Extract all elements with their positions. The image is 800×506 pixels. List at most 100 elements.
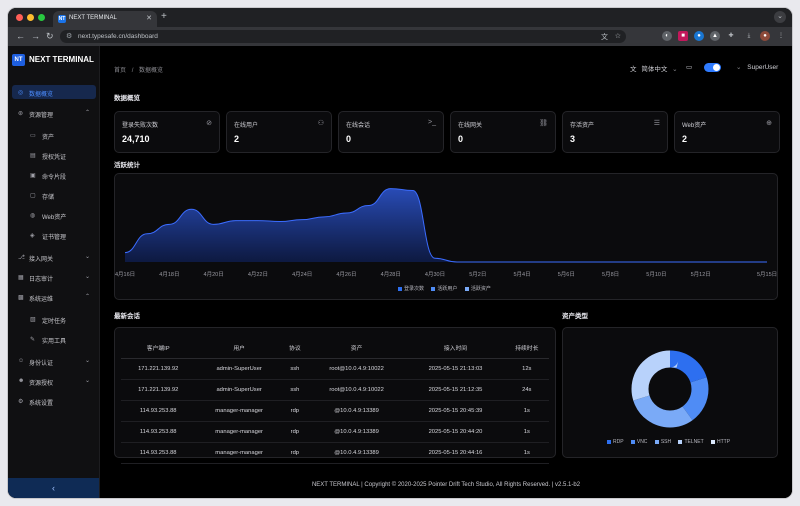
link-icon: ⛓ <box>539 120 548 127</box>
sidebar-item-label: 资源授权 <box>29 381 54 387</box>
tab-search-button[interactable]: ⌄ <box>774 11 786 23</box>
extensions-puzzle-icon[interactable]: ✚ <box>726 31 736 41</box>
sidebar-item-authorization[interactable]: ☻ 资源授权 ⌄ <box>12 374 96 388</box>
legend-item[interactable]: RDP <box>607 439 623 445</box>
users-icon: ⚇ <box>317 120 324 127</box>
browser-menu-icon[interactable]: ⋮ <box>776 31 786 41</box>
terminal-icon: >_ <box>428 119 436 126</box>
x-tick-label: 5月12日 <box>690 272 711 278</box>
language-switcher[interactable]: 文 简体中文 ⌄ <box>630 63 678 73</box>
stat-value: 2 <box>682 134 688 144</box>
legend-item[interactable]: VNC <box>630 439 647 445</box>
legend-item[interactable]: 登录次数 <box>398 286 424 292</box>
sidebar-item-label: 存储 <box>42 195 55 201</box>
screen-icon[interactable]: ▭ <box>686 63 692 71</box>
x-tick-label: 4月16日 <box>115 272 136 278</box>
legend-label: TELNET <box>684 439 704 445</box>
extension-icon[interactable]: ▲ <box>710 31 720 41</box>
theme-toggle[interactable] <box>704 63 721 72</box>
sidebar-item-dashboard[interactable]: ◎ 数据概览 <box>12 85 96 99</box>
extension-icon[interactable]: ● <box>694 31 704 41</box>
translate-icon: 文 <box>630 66 637 73</box>
chevron-down-icon: ⌄ <box>84 254 90 260</box>
site-info-icon[interactable]: ⚙ <box>66 32 72 40</box>
footer: NEXT TERMINAL | Copyright © 2020-2025 Po… <box>311 482 581 488</box>
maximize-window-button[interactable] <box>38 14 45 21</box>
address-bar[interactable]: ⚙ next.typesafe.cn/dashboard 文 ☆ <box>60 30 626 43</box>
browser-tab[interactable]: NT NEXT TERMINAL ✕ <box>53 11 157 27</box>
sidebar-item-storage[interactable]: ▢ 存储 <box>12 188 96 202</box>
sidebar-item-web-assets[interactable]: ◍ Web资产 <box>12 208 96 222</box>
stat-card-online-gateways: 在线网关 ⛓ 0 <box>450 111 556 153</box>
asset-types-panel: RDP VNC SSH TELNET HTTP <box>562 327 778 458</box>
sessions-title: 最新会话 <box>114 313 140 320</box>
extension-icon[interactable]: ■ <box>678 31 688 41</box>
sidebar-item-label: 命令片段 <box>42 175 67 181</box>
legend-item[interactable]: SSH <box>654 439 671 445</box>
sidebar-item-assets[interactable]: ▭ 资产 <box>12 128 96 142</box>
translate-icon[interactable]: 文 <box>601 32 608 42</box>
chevron-down-icon: ⌄ <box>84 274 90 280</box>
extension-icon[interactable]: ◐ <box>662 31 672 41</box>
credential-icon: ▤ <box>30 153 36 159</box>
sidebar-item-credentials[interactable]: ▤ 授权凭证 <box>12 148 96 162</box>
sidebar-item-label: 接入网关 <box>29 257 54 263</box>
gateway-icon: ⎇ <box>18 255 25 261</box>
x-tick-label: 5月8日 <box>602 272 620 278</box>
close-window-button[interactable] <box>16 14 23 21</box>
legend-item[interactable]: HTTP <box>710 439 730 445</box>
sidebar-item-certificates[interactable]: ◈ 证书管理 <box>12 228 96 242</box>
sidebar-item-settings[interactable]: ⚙ 系统设置 <box>12 394 96 408</box>
forward-icon[interactable]: → <box>31 31 40 41</box>
sidebar: NT NEXT TERMINAL ◎ 数据概览 ⊛ 资源管理 ⌃ ▭ 资产 ▤ … <box>8 46 100 498</box>
breadcrumb-home[interactable]: 首页 <box>114 68 126 74</box>
asset-types-title: 资产类型 <box>562 313 588 320</box>
cell-access-time: 2025-05-15 21:13:03 <box>406 358 505 380</box>
sidebar-item-tools[interactable]: ✎ 实用工具 <box>12 332 96 346</box>
cell-duration: 24s <box>504 379 549 401</box>
x-tick-label: 4月22日 <box>247 272 268 278</box>
sidebar-item-label: 系统设置 <box>29 401 54 407</box>
sidebar-item-gateway[interactable]: ⎇ 接入网关 ⌄ <box>12 250 96 264</box>
sidebar-collapse-button[interactable]: ‹ <box>8 478 99 498</box>
minimize-window-button[interactable] <box>27 14 34 21</box>
tab-close-icon[interactable]: ✕ <box>146 14 152 22</box>
schedule-icon: ▧ <box>30 317 36 323</box>
cell-duration: 1s <box>504 421 549 443</box>
table-row: 114.93.253.88 manager-manager rdp @10.0.… <box>121 400 549 422</box>
sidebar-item-label: Web资产 <box>42 215 67 221</box>
column-header: 用户 <box>195 336 283 359</box>
asset-types-legend: RDP VNC SSH TELNET HTTP <box>607 439 730 445</box>
column-header: 协议 <box>282 336 307 359</box>
sidebar-item-audit[interactable]: ▦ 日志审计 ⌄ <box>12 270 96 284</box>
sidebar-item-identity[interactable]: ☺ 身份认证 ⌄ <box>12 354 96 368</box>
sidebar-item-label: 定时任务 <box>42 319 67 325</box>
dashboard-icon: ◎ <box>18 90 24 96</box>
legend-item[interactable]: 活跃用户 <box>431 286 457 292</box>
back-icon[interactable]: ← <box>16 31 25 41</box>
sidebar-item-scheduled-tasks[interactable]: ▧ 定时任务 <box>12 312 96 326</box>
cell-duration: 1s <box>504 400 549 422</box>
server-icon: ☰ <box>653 120 660 127</box>
reload-icon[interactable]: ↻ <box>46 31 54 42</box>
sidebar-item-ops[interactable]: ▩ 系统运维 ⌃ <box>12 290 96 304</box>
breadcrumb-separator: / <box>131 68 134 74</box>
column-header: 持续时长 <box>504 336 549 359</box>
legend-item[interactable]: 活跃资产 <box>464 286 491 292</box>
stat-card-alive-assets: 存活资产 ☰ 3 <box>562 111 668 153</box>
sessions-table: 客户端IP 用户 协议 资产 接入时间 持续时长 171.221.139.92 … <box>121 336 549 464</box>
new-tab-button[interactable]: + <box>161 11 167 22</box>
user-name: SuperUser <box>747 64 779 71</box>
sidebar-item-resource-management[interactable]: ⊛ 资源管理 ⌃ <box>12 106 96 120</box>
logo-badge: NT <box>12 54 25 66</box>
legend-item[interactable]: TELNET <box>678 439 704 445</box>
x-tick-label: 4月18日 <box>159 272 180 278</box>
sidebar-item-commands[interactable]: ▣ 命令片段 <box>12 168 96 182</box>
x-tick-label: 5月2日 <box>469 272 487 278</box>
bookmark-star-icon[interactable]: ☆ <box>615 32 621 40</box>
profile-avatar[interactable]: ● <box>760 31 770 41</box>
stat-label: 在线网关 <box>458 123 483 129</box>
cell-asset: @10.0.4.9:13389 <box>306 442 407 464</box>
download-icon[interactable]: ⤓ <box>744 31 754 41</box>
user-menu[interactable]: ⌄ SuperUser <box>736 63 778 71</box>
